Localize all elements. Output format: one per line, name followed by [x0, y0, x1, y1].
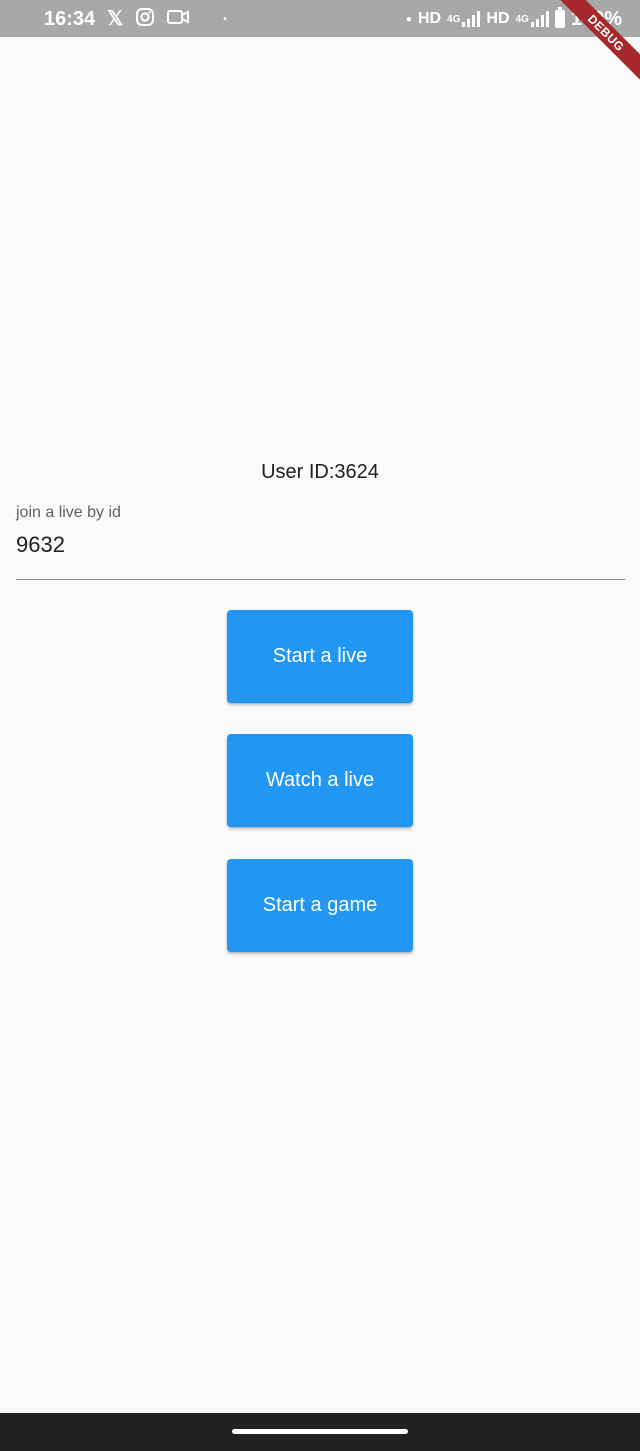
network-1-type: 4G — [447, 13, 461, 25]
start-game-button[interactable]: Start a game — [227, 859, 413, 952]
network-1-label: HD — [417, 10, 442, 27]
join-live-input[interactable] — [16, 532, 616, 558]
battery-icon — [554, 7, 565, 28]
network-2-type: 4G — [515, 13, 529, 25]
signal-2-icon — [530, 11, 549, 27]
watch-live-button[interactable]: Watch a live — [227, 734, 413, 827]
battery-percent: 100% — [570, 7, 622, 30]
notification-dot: • — [223, 13, 227, 25]
navigation-bar — [0, 1413, 640, 1451]
video-icon — [167, 8, 190, 30]
status-bar-right: ● HD 4G HD 4G 100% — [406, 6, 622, 32]
x-icon: 𝕏 — [107, 8, 124, 30]
instagram-icon — [135, 7, 155, 31]
network-2-label: HD — [486, 10, 510, 27]
start-live-button[interactable]: Start a live — [227, 610, 413, 703]
signal-1-icon — [462, 11, 481, 27]
home-gesture-handle[interactable] — [232, 1429, 408, 1434]
join-live-label: join a live by id — [16, 504, 121, 521]
status-bar-left: 16:34 𝕏 • — [44, 6, 227, 32]
dot-icon: ● — [405, 13, 412, 25]
status-bar: 16:34 𝕏 • ● HD 4G HD 4G 100% — [0, 0, 640, 37]
join-live-field[interactable]: join a live by id — [16, 504, 625, 580]
user-id-text: User ID:3624 — [261, 461, 379, 483]
status-time: 16:34 — [44, 7, 96, 30]
